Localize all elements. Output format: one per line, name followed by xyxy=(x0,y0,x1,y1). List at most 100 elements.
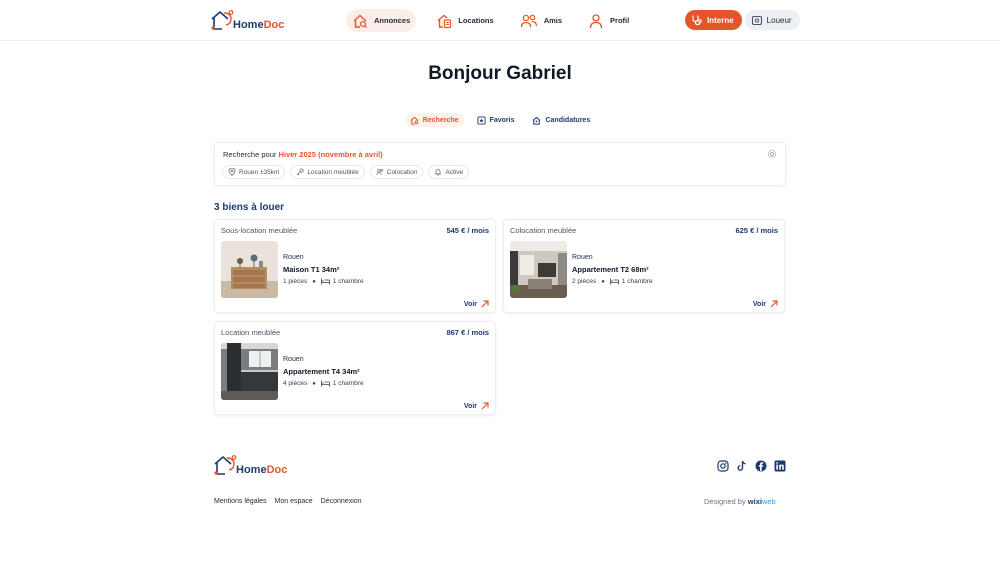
homedoc-logo[interactable]: HomeDoc xyxy=(209,9,284,31)
mode-loueur-label: Loueur xyxy=(766,15,792,25)
separator-dot: ● xyxy=(312,380,316,387)
designed-by-credit[interactable]: Designed by wixiweb xyxy=(704,497,776,506)
search-summary-card: Recherche pour Hiver 2025 (novembre à av… xyxy=(214,142,786,186)
users-icon xyxy=(520,13,538,29)
footer-link-deconnexion[interactable]: Déconnexion xyxy=(321,498,362,505)
footer-link-mentions[interactable]: Mentions légales xyxy=(214,498,267,505)
agency-name-part2: web xyxy=(761,497,776,506)
nav-label-locations: Locations xyxy=(458,16,494,25)
listing-title: Appartement T2 68m² xyxy=(572,265,649,274)
mode-interne-label: Interne xyxy=(707,15,734,25)
chip-location-label: Rouen ±35km xyxy=(239,168,280,176)
listing-price: 867 € / mois xyxy=(446,328,489,337)
mode-interne-button[interactable]: Interne xyxy=(685,10,742,30)
listing-card[interactable]: Sous-location meublée 545 € / mois Rouen… xyxy=(214,219,496,313)
house-stethoscope-icon xyxy=(209,9,235,31)
listing-title: Maison T1 34m² xyxy=(283,265,340,274)
listing-photo[interactable] xyxy=(510,241,567,298)
search-period: Hiver 2025 (novembre à avril) xyxy=(278,150,383,159)
listing-price: 545 € / mois xyxy=(446,226,489,235)
linkedin-icon[interactable] xyxy=(774,460,786,472)
logo-text-home: Home xyxy=(233,19,264,31)
listing-card[interactable]: Colocation meublée 625 € / mois Rouen Ap… xyxy=(503,219,785,313)
search-summary-text: Recherche pour Hiver 2025 (novembre à av… xyxy=(223,150,383,159)
chip-location[interactable]: Rouen ±35km xyxy=(222,165,286,179)
chip-colocation-label: Colocation xyxy=(386,168,418,176)
mode-loueur-button[interactable]: Loueur xyxy=(744,10,800,30)
nav-item-locations[interactable]: Locations xyxy=(430,9,499,32)
social-links xyxy=(717,460,793,472)
view-listing-label: Voir xyxy=(752,300,766,308)
listing-photo[interactable] xyxy=(221,343,278,400)
separator-dot: ● xyxy=(312,278,316,285)
footer-links: Mentions légales Mon espace Déconnexion xyxy=(214,498,370,505)
results-count-title: 3 biens à louer xyxy=(214,202,285,213)
house-search-icon xyxy=(352,13,368,29)
nav-label-annonces: Annonces xyxy=(374,16,411,25)
view-listing-link[interactable]: Voir xyxy=(464,402,489,410)
house-document-icon xyxy=(436,13,452,29)
facebook-icon[interactable] xyxy=(755,460,767,472)
designed-by-text: Designed by xyxy=(704,497,748,506)
arrow-up-right-icon xyxy=(770,300,778,308)
view-listing-label: Voir xyxy=(463,300,477,308)
page-title: Bonjour Gabriel xyxy=(428,63,572,84)
footer-homedoc-logo[interactable]: HomeDoc xyxy=(212,454,287,476)
footer-logo-text-doc: Doc xyxy=(266,464,288,476)
nav-item-amis[interactable]: Amis xyxy=(514,9,568,32)
nav-label-amis: Amis xyxy=(543,16,563,25)
gear-icon[interactable] xyxy=(767,149,777,159)
house-search-icon xyxy=(410,116,419,125)
chip-colocation[interactable]: Colocation xyxy=(369,165,424,179)
search-filter-chips: Rouen ±35km Location meublée Colocation … xyxy=(222,165,474,179)
chip-alert-status[interactable]: Active xyxy=(428,165,470,179)
listing-card[interactable]: Location meublée 867 € / mois Rouen Appa… xyxy=(214,321,496,415)
mode-toggle: Interne Loueur xyxy=(685,10,800,30)
listing-price: 625 € / mois xyxy=(735,226,778,235)
view-listing-link[interactable]: Voir xyxy=(464,300,489,308)
view-listing-label: Voir xyxy=(463,402,477,410)
bell-icon xyxy=(434,168,442,176)
listing-rooms: 2 pièces xyxy=(572,278,597,285)
tiktok-icon[interactable] xyxy=(736,460,748,472)
listing-meta: 2 pièces ● 1 chambre xyxy=(572,278,653,285)
tab-recherche[interactable]: Recherche xyxy=(404,113,464,127)
tab-favoris[interactable]: Favoris xyxy=(472,113,520,127)
chip-rental-type[interactable]: Location meublée xyxy=(290,165,365,179)
key-icon xyxy=(296,168,304,176)
tab-candidatures[interactable]: Candidatures xyxy=(527,113,595,127)
instagram-icon[interactable] xyxy=(717,460,729,472)
listing-bedrooms: 1 chambre xyxy=(332,380,364,387)
stethoscope-icon xyxy=(691,14,703,26)
nav-item-profil[interactable]: Profil xyxy=(582,9,635,32)
tab-favoris-label: Favoris xyxy=(489,116,515,124)
listing-photo[interactable] xyxy=(221,241,278,298)
listing-title: Appartement T4 34m² xyxy=(283,367,360,376)
nav-item-annonces[interactable]: Annonces xyxy=(346,9,417,32)
tab-recherche-label: Recherche xyxy=(422,116,459,124)
view-listing-link[interactable]: Voir xyxy=(753,300,778,308)
user-icon xyxy=(588,13,604,29)
listing-city: Rouen xyxy=(283,254,304,261)
footer-link-mon-espace[interactable]: Mon espace xyxy=(275,498,313,505)
people-icon xyxy=(376,168,384,176)
bed-icon xyxy=(320,278,330,285)
listing-bedrooms: 1 chambre xyxy=(621,278,653,285)
tab-candidatures-label: Candidatures xyxy=(545,116,591,124)
listing-city: Rouen xyxy=(283,356,304,363)
listing-city: Rouen xyxy=(572,254,593,261)
footer-logo-text-home: Home xyxy=(236,464,267,476)
house-key-icon xyxy=(751,14,763,26)
sub-tabs: Recherche Favoris Candidatures xyxy=(0,113,1000,127)
arrow-up-right-icon xyxy=(481,300,489,308)
listing-rooms: 1 pièces xyxy=(283,278,308,285)
chip-alert-status-label: Active xyxy=(445,168,464,176)
location-pin-icon xyxy=(228,168,236,176)
listing-rooms: 4 pièces xyxy=(283,380,308,387)
listing-type: Colocation meublée xyxy=(510,226,577,235)
listing-type: Sous-location meublée xyxy=(221,226,298,235)
arrow-up-right-icon xyxy=(481,402,489,410)
listing-bedrooms: 1 chambre xyxy=(332,278,364,285)
main-nav: Annonces Locations Amis Profil xyxy=(346,9,649,32)
house-user-icon xyxy=(532,116,541,125)
